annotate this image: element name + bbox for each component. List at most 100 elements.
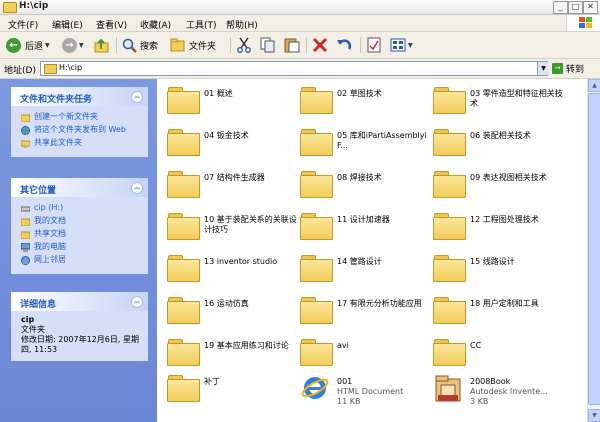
file-label: 06 装配相关技术 (470, 131, 566, 141)
file-name: avi (337, 341, 349, 350)
place-label: cip (H:) (34, 203, 64, 212)
file-label: 001 HTML Document 11 KB (337, 377, 433, 407)
file-name: 16 运动仿真 (204, 299, 249, 308)
file-item[interactable]: 补丁 (167, 373, 301, 409)
delete-icon (312, 37, 328, 53)
place-my-documents[interactable]: 我的文档 (21, 216, 142, 226)
file-name: 09 表达视图相关技术 (470, 173, 547, 182)
back-label: 后退 (25, 41, 44, 52)
search-icon (122, 38, 137, 53)
menu-help[interactable]: 帮助(H) (226, 18, 258, 31)
file-list: 01 概述 02 草图技术 03 零件造型和特征相关技术 04 钣金技术 05 库和iP… (157, 79, 600, 422)
menu-tools[interactable]: 工具(T) (186, 18, 217, 31)
file-label: 14 管路设计 (337, 257, 433, 267)
address-input[interactable]: H:\cip (40, 61, 548, 76)
collapse-icon[interactable]: ︽ (131, 296, 143, 308)
place-drive[interactable]: cip (H:) (21, 203, 142, 213)
file-item[interactable]: CC (433, 337, 567, 373)
file-item[interactable]: 12 工程图处理技术 (433, 211, 567, 247)
collapse-icon[interactable]: ︽ (131, 91, 143, 103)
delete-button[interactable] (312, 36, 328, 54)
file-tasks-header[interactable]: 文件和文件夹任务 ︽ (11, 87, 148, 106)
back-button[interactable]: ← 后退 ▼ (6, 36, 50, 54)
file-item[interactable]: 05 库和iPartiAssemblyiF... (300, 127, 434, 163)
folder-icon (167, 171, 200, 198)
scroll-up-button[interactable]: ▲ (588, 79, 600, 92)
arrow-right-icon: → (62, 37, 77, 53)
task-publish-web[interactable]: 将这个文件夹发布到 Web (21, 125, 142, 135)
collapse-icon[interactable]: ︽ (131, 182, 143, 194)
file-item[interactable]: 02 草图技术 (300, 85, 434, 121)
task-label: 创建一个新文件夹 (34, 112, 98, 121)
menu-view[interactable]: 查看(V) (96, 18, 127, 31)
minimize-button[interactable]: _ (553, 1, 568, 14)
file-item[interactable]: 11 设计加速器 (300, 211, 434, 247)
file-item[interactable]: 04 钣金技术 (167, 127, 301, 163)
file-item[interactable]: 10 基于装配关系的关联设计技巧 (167, 211, 301, 247)
address-dropdown-button[interactable]: ▼ (537, 62, 549, 75)
forward-button[interactable]: → ▼ (62, 36, 84, 54)
task-new-folder[interactable]: 创建一个新文件夹 (21, 112, 142, 122)
other-places-header[interactable]: 其它位置 ︽ (11, 178, 148, 197)
file-item[interactable]: 03 零件造型和特征相关技术 (433, 85, 567, 121)
file-name: 06 装配相关技术 (470, 131, 531, 140)
folder-icon (300, 129, 333, 156)
views-button[interactable]: ▼ (390, 36, 413, 54)
go-label: 转到 (566, 65, 585, 75)
file-item[interactable]: 15 线路设计 (433, 253, 567, 289)
task-label: 将这个文件夹发布到 Web (34, 125, 126, 134)
other-places-title: 其它位置 (20, 186, 57, 196)
copy-button[interactable] (260, 36, 276, 54)
close-button[interactable]: ✕ (583, 1, 598, 14)
file-item[interactable]: 19 基本应用练习和讨论 (167, 337, 301, 373)
file-item[interactable]: 16 运动仿真 (167, 295, 301, 331)
undo-button[interactable] (336, 36, 352, 54)
place-label: 我的文档 (34, 216, 66, 225)
scroll-down-button[interactable]: ▼ (588, 409, 600, 422)
folders-button[interactable]: 文件夹 (170, 36, 216, 54)
go-button[interactable]: → 转到 (552, 62, 596, 75)
file-item[interactable]: 14 管路设计 (300, 253, 434, 289)
scroll-thumb[interactable] (588, 93, 600, 405)
file-name: 02 草图技术 (337, 89, 382, 98)
file-item[interactable]: 001 HTML Document 11 KB (300, 373, 434, 409)
search-button[interactable]: 搜索 (122, 36, 158, 54)
move-to-button[interactable] (236, 36, 252, 54)
menu-favorites[interactable]: 收藏(A) (140, 18, 171, 31)
file-name: 08 焊接技术 (337, 173, 382, 182)
copy-icon (260, 37, 275, 53)
task-share-folder[interactable]: 共享此文件夹 (21, 138, 142, 148)
menu-edit[interactable]: 编辑(E) (52, 18, 83, 31)
other-places-panel: 其它位置 ︽ cip (H:) 我的文档 共享文档 我的电脑 网上邻居 (11, 178, 148, 274)
file-item[interactable]: 07 结构件生成器 (167, 169, 301, 205)
file-name: 01 概述 (204, 89, 233, 98)
file-item[interactable]: 01 概述 (167, 85, 301, 121)
up-button[interactable] (94, 36, 109, 54)
details-title: 详细信息 (20, 300, 57, 310)
menu-file[interactable]: 文件(F) (8, 18, 38, 31)
paste-button[interactable] (284, 36, 300, 54)
menu-bar: 文件(F) 编辑(E) 查看(V) 收藏(A) 工具(T) 帮助(H) (0, 15, 600, 32)
properties-button[interactable] (366, 36, 382, 54)
file-item[interactable]: 09 表达视图相关技术 (433, 169, 567, 205)
undo-icon (337, 39, 352, 50)
address-label: 地址(D) (4, 66, 36, 76)
file-item[interactable]: avi (300, 337, 434, 373)
file-item[interactable]: 13 inventor studio (167, 253, 301, 289)
details-header[interactable]: 详细信息 ︽ (11, 292, 148, 311)
file-label: 07 结构件生成器 (204, 173, 300, 183)
place-my-computer[interactable]: 我的电脑 (21, 242, 142, 252)
file-item[interactable]: 17 有限元分析功能应用 (300, 295, 434, 331)
file-item[interactable]: 2008Book Autodesk Invente... 3 KB (433, 373, 567, 409)
folder-icon (3, 2, 17, 13)
file-label: 补丁 (204, 377, 300, 387)
vertical-scrollbar[interactable]: ▲ ▼ (587, 79, 600, 422)
task-pane: 文件和文件夹任务 ︽ 创建一个新文件夹 将这个文件夹发布到 Web 共享此文件夹… (0, 79, 157, 422)
place-shared-documents[interactable]: 共享文档 (21, 229, 142, 239)
maximize-button[interactable]: □ (568, 1, 583, 14)
file-item[interactable]: 18 用户定制和工具 (433, 295, 567, 331)
place-network[interactable]: 网上邻居 (21, 255, 142, 265)
file-item[interactable]: 08 焊接技术 (300, 169, 434, 205)
file-item[interactable]: 06 装配相关技术 (433, 127, 567, 163)
window-title: H:\cip (19, 1, 49, 11)
